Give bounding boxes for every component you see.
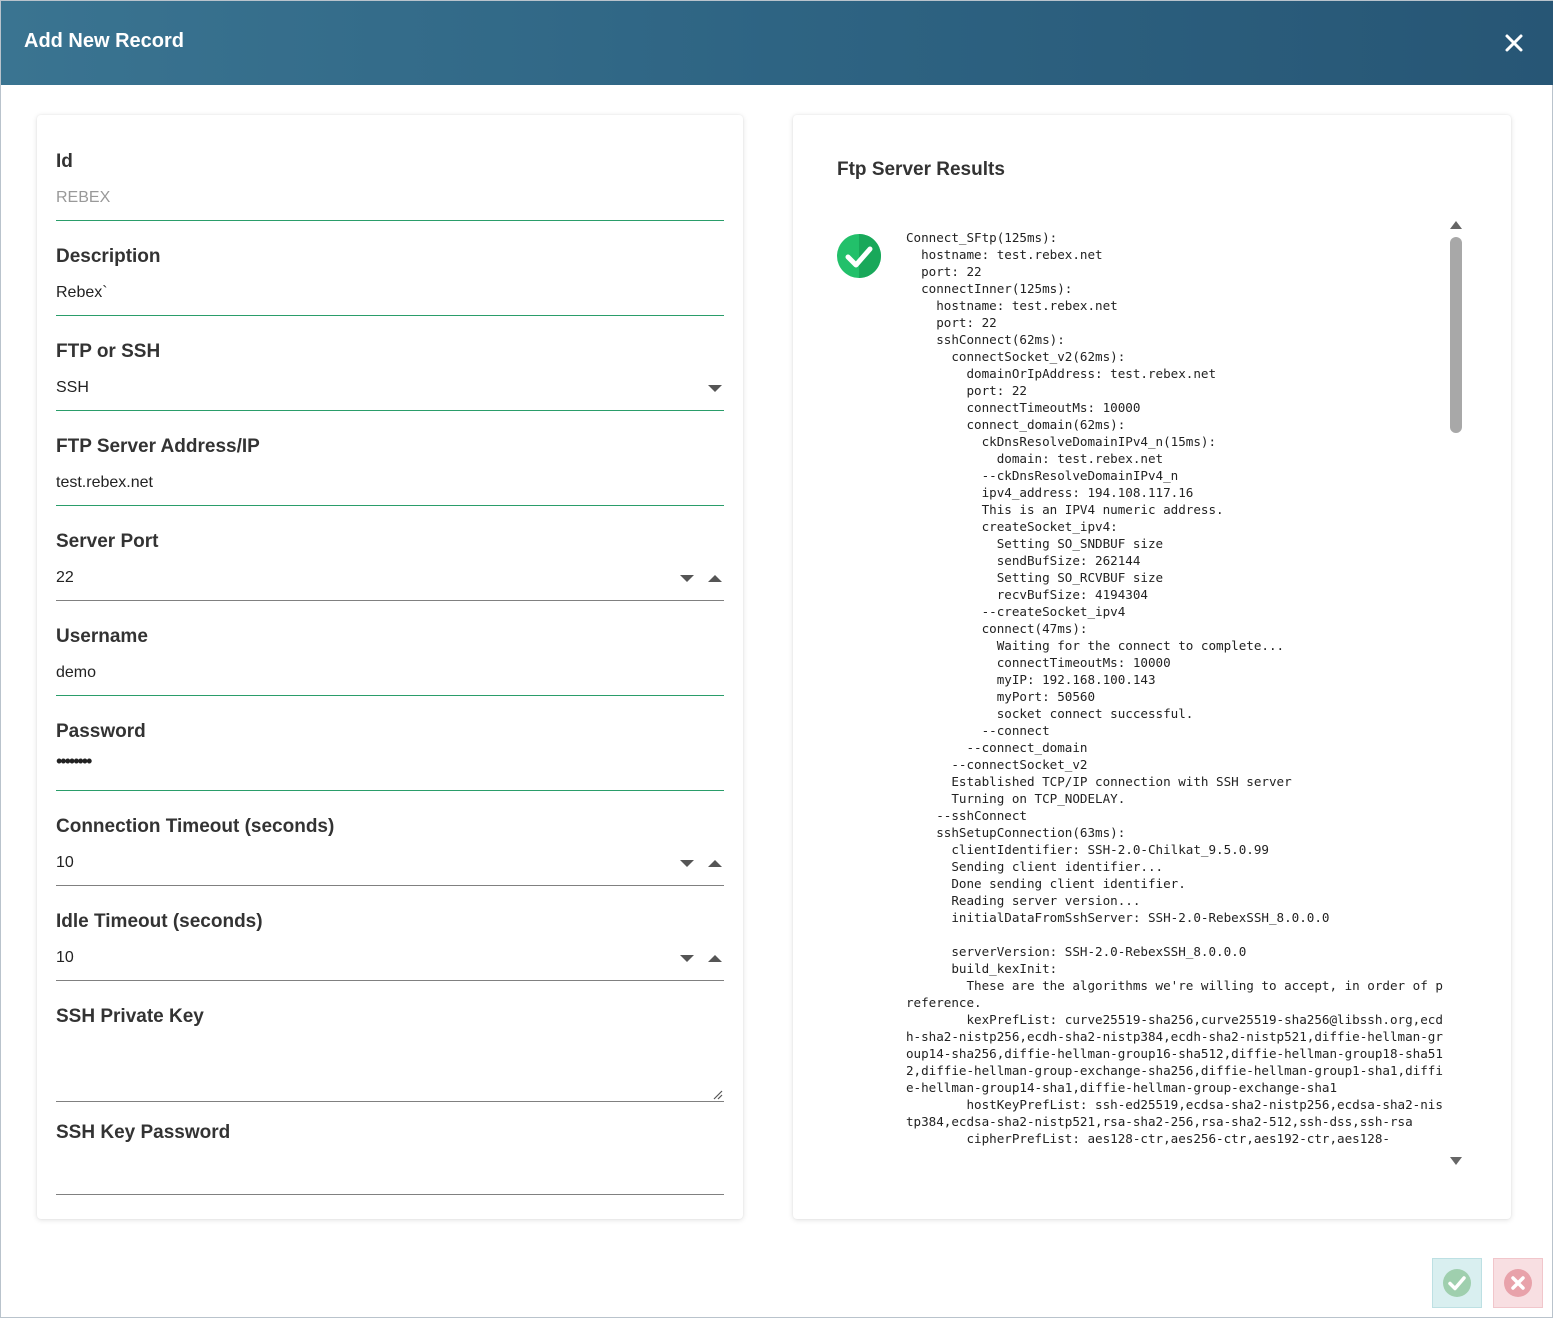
log-scrollbar[interactable] — [1445, 215, 1467, 1171]
dialog-header: Add New Record — [1, 1, 1553, 85]
chevron-down-icon[interactable] — [708, 385, 722, 392]
protocol-field: FTP or SSH SSH — [56, 341, 724, 411]
server-address-label: FTP Server Address/IP — [56, 436, 260, 457]
ssh-private-key-underline — [56, 1101, 724, 1102]
close-icon[interactable] — [1500, 29, 1528, 57]
ssh-key-password-label: SSH Key Password — [56, 1122, 231, 1143]
protocol-underline — [56, 410, 724, 411]
results-card: Ftp Server Results Connect_SFtp(125ms): … — [793, 115, 1511, 1219]
id-underline — [56, 220, 724, 221]
server-address-field: FTP Server Address/IP test.rebex.net — [56, 436, 724, 506]
save-button[interactable] — [1432, 1258, 1482, 1308]
results-log[interactable]: Connect_SFtp(125ms): hostname: test.rebe… — [906, 229, 1446, 1173]
password-underline — [56, 790, 724, 791]
ssh-key-password-field: SSH Key Password — [56, 1122, 724, 1195]
cancel-button[interactable] — [1493, 1258, 1543, 1308]
idle-timeout-field: Idle Timeout (seconds) 10 — [56, 911, 724, 981]
description-input[interactable]: Rebex` — [56, 284, 108, 302]
decrement-icon[interactable] — [680, 575, 694, 582]
id-field: Id REBEX — [56, 151, 724, 221]
scroll-down-icon[interactable] — [1450, 1157, 1462, 1165]
server-port-label: Server Port — [56, 531, 159, 552]
description-field: Description Rebex` — [56, 246, 724, 316]
add-record-dialog: Add New Record Id REBEX Description Rebe… — [0, 0, 1553, 1318]
username-input[interactable]: demo — [56, 664, 96, 682]
username-field: Username demo — [56, 626, 724, 696]
id-input: REBEX — [56, 189, 111, 206]
connection-timeout-underline — [56, 885, 724, 886]
decrement-icon[interactable] — [680, 860, 694, 867]
server-address-input[interactable]: test.rebex.net — [56, 474, 153, 492]
idle-timeout-input[interactable]: 10 — [56, 949, 74, 967]
server-address-underline — [56, 505, 724, 506]
increment-icon[interactable] — [708, 860, 722, 867]
description-underline — [56, 315, 724, 316]
dialog-title: Add New Record — [24, 30, 185, 52]
scroll-up-icon[interactable] — [1450, 221, 1462, 229]
connection-timeout-field: Connection Timeout (seconds) 10 — [56, 816, 724, 886]
description-label: Description — [56, 246, 161, 267]
password-field: Password •••••••• — [56, 721, 724, 791]
scroll-thumb[interactable] — [1450, 237, 1462, 433]
connection-timeout-label: Connection Timeout (seconds) — [56, 816, 335, 837]
decrement-icon[interactable] — [680, 955, 694, 962]
results-log-text: Connect_SFtp(125ms): hostname: test.rebe… — [906, 230, 1443, 1146]
results-title: Ftp Server Results — [837, 159, 1005, 180]
ssh-key-password-underline — [56, 1194, 724, 1195]
server-port-field: Server Port 22 — [56, 531, 724, 601]
server-port-underline — [56, 600, 724, 601]
server-port-input[interactable]: 22 — [56, 569, 74, 587]
username-underline — [56, 695, 724, 696]
id-label: Id — [56, 151, 73, 172]
idle-timeout-underline — [56, 980, 724, 981]
password-input[interactable]: •••••••• — [56, 751, 92, 772]
ssh-private-key-textarea[interactable] — [56, 1044, 724, 1104]
ssh-private-key-field: SSH Private Key — [56, 1006, 724, 1102]
ssh-key-password-input[interactable] — [56, 1160, 724, 1190]
protocol-label: FTP or SSH — [56, 341, 161, 362]
increment-icon[interactable] — [708, 955, 722, 962]
connection-timeout-input[interactable]: 10 — [56, 854, 74, 872]
success-check-icon — [837, 234, 881, 278]
cancel-circle-icon — [1504, 1269, 1532, 1297]
password-label: Password — [56, 721, 146, 742]
username-label: Username — [56, 626, 148, 647]
resize-handle-icon[interactable] — [711, 1088, 723, 1100]
record-form-card: Id REBEX Description Rebex` FTP or SSH S… — [37, 115, 743, 1219]
protocol-select[interactable]: SSH — [56, 379, 89, 397]
check-circle-icon — [1443, 1269, 1471, 1297]
increment-icon[interactable] — [708, 575, 722, 582]
ssh-private-key-label: SSH Private Key — [56, 1006, 204, 1027]
idle-timeout-label: Idle Timeout (seconds) — [56, 911, 263, 932]
